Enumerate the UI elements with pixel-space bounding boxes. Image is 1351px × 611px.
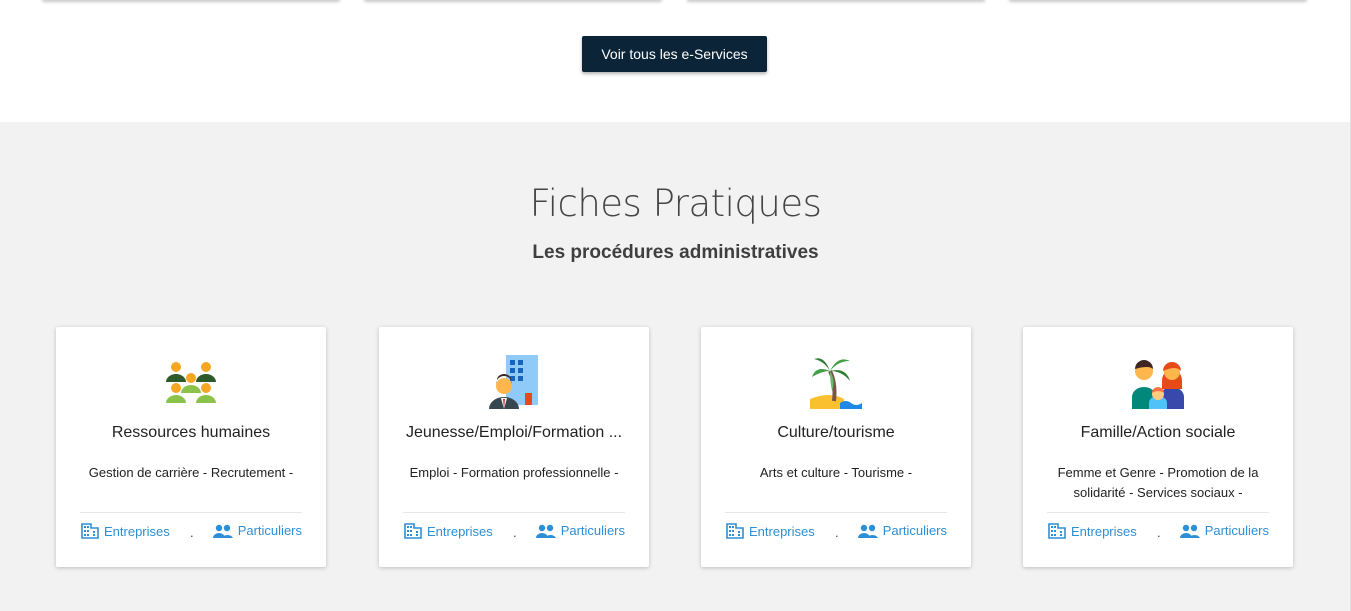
particuliers-label[interactable]: Particuliers	[883, 523, 947, 538]
view-all-eservices-button[interactable]: Voir tous les e-Services	[582, 36, 767, 72]
card-title[interactable]: Famille/Action sociale	[1031, 424, 1285, 442]
entreprises-link[interactable]: Entreprises	[1048, 523, 1137, 539]
divider	[403, 512, 625, 513]
particuliers-label[interactable]: Particuliers	[238, 523, 302, 538]
people-icon	[1179, 524, 1200, 538]
card-description: Femme et Genre - Promotion de la solidar…	[1057, 465, 1259, 500]
entreprises-label[interactable]: Entreprises	[749, 524, 815, 539]
section-subtitle: Les procédures administratives	[532, 242, 819, 263]
divider	[80, 512, 302, 513]
people-icon	[212, 524, 233, 538]
divider	[1047, 512, 1269, 513]
particuliers-link[interactable]: Particuliers	[857, 523, 947, 538]
entreprises-label[interactable]: Entreprises	[427, 524, 493, 539]
card-culture-tourisme[interactable]: Culture/tourisme Arts et culture - Touri…	[701, 327, 971, 567]
link-separator: .	[1157, 525, 1161, 540]
people-icon	[857, 524, 878, 538]
entreprises-link[interactable]: Entreprises	[726, 523, 815, 539]
particuliers-label[interactable]: Particuliers	[561, 523, 625, 538]
card-description: Gestion de carrière - Recrutement -	[88, 465, 294, 480]
entreprises-link[interactable]: Entreprises	[404, 523, 493, 539]
entreprises-label[interactable]: Entreprises	[104, 524, 170, 539]
link-separator: .	[513, 525, 517, 540]
building-icon	[404, 523, 422, 539]
entreprises-label[interactable]: Entreprises	[1071, 524, 1137, 539]
card-ressources-humaines[interactable]: Ressources humaines Gestion de carrière …	[56, 327, 326, 567]
businessman-building-icon	[488, 355, 540, 409]
link-separator: .	[835, 525, 839, 540]
eservices-footer: Voir tous les e-Services	[0, 0, 1351, 122]
divider	[725, 512, 947, 513]
team-people-icon	[165, 355, 217, 409]
particuliers-link[interactable]: Particuliers	[1179, 523, 1269, 538]
people-icon	[535, 524, 556, 538]
card-jeunesse-emploi-formation[interactable]: Jeunesse/Emploi/Formation ... Emploi - F…	[379, 327, 649, 567]
palm-tree-beach-icon	[810, 355, 862, 409]
link-separator: .	[190, 525, 194, 540]
building-icon	[1048, 523, 1066, 539]
card-title[interactable]: Ressources humaines	[64, 424, 318, 442]
entreprises-link[interactable]: Entreprises	[81, 523, 170, 539]
family-icon	[1132, 355, 1184, 409]
card-title[interactable]: Jeunesse/Emploi/Formation ...	[387, 424, 641, 442]
particuliers-link[interactable]: Particuliers	[535, 523, 625, 538]
card-description: Emploi - Formation professionnelle -	[409, 465, 619, 480]
card-famille-action-sociale[interactable]: Famille/Action sociale Femme et Genre - …	[1023, 327, 1293, 567]
particuliers-link[interactable]: Particuliers	[212, 523, 302, 538]
section-title: Fiches Pratiques	[529, 182, 822, 225]
particuliers-label[interactable]: Particuliers	[1205, 523, 1269, 538]
building-icon	[726, 523, 744, 539]
building-icon	[81, 523, 99, 539]
fiches-pratiques-section: Fiches Pratiques Les procédures administ…	[0, 122, 1351, 611]
card-title[interactable]: Culture/tourisme	[709, 424, 963, 442]
card-description: Arts et culture - Tourisme -	[759, 465, 913, 480]
